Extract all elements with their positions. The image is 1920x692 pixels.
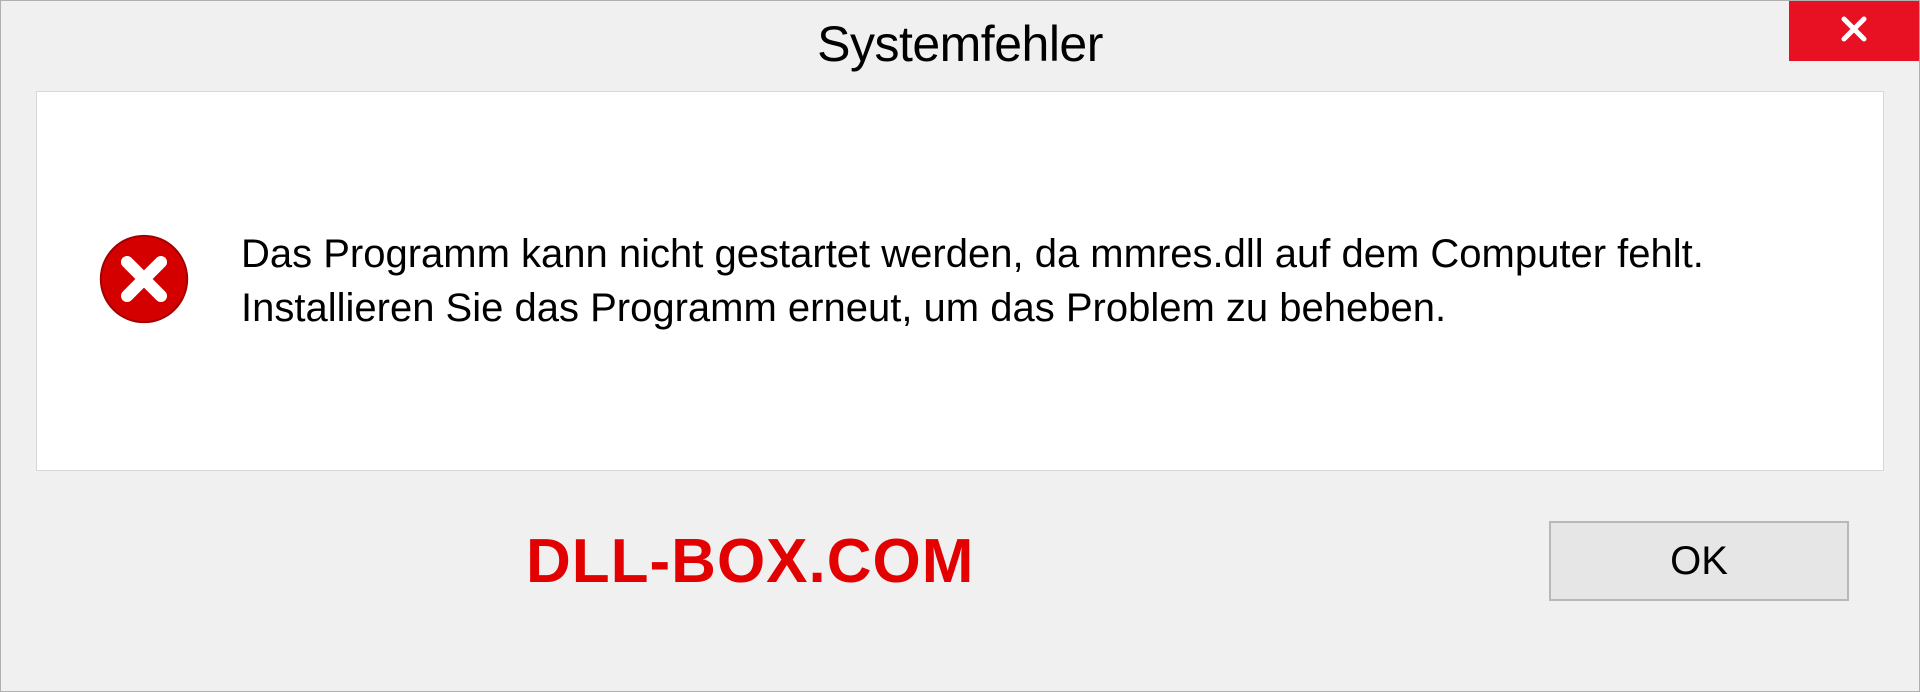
error-dialog: Systemfehler Das Programm kann nicht ges… xyxy=(0,0,1920,692)
watermark-text: DLL-BOX.COM xyxy=(526,526,974,597)
dialog-footer: DLL-BOX.COM OK xyxy=(1,471,1919,651)
close-button[interactable] xyxy=(1789,1,1919,61)
ok-button[interactable]: OK xyxy=(1549,521,1849,601)
close-icon xyxy=(1838,13,1870,50)
error-message: Das Programm kann nicht gestartet werden… xyxy=(241,227,1823,335)
dialog-title: Systemfehler xyxy=(817,15,1103,73)
error-icon xyxy=(97,232,191,331)
content-panel: Das Programm kann nicht gestartet werden… xyxy=(36,91,1884,471)
titlebar: Systemfehler xyxy=(1,1,1919,86)
